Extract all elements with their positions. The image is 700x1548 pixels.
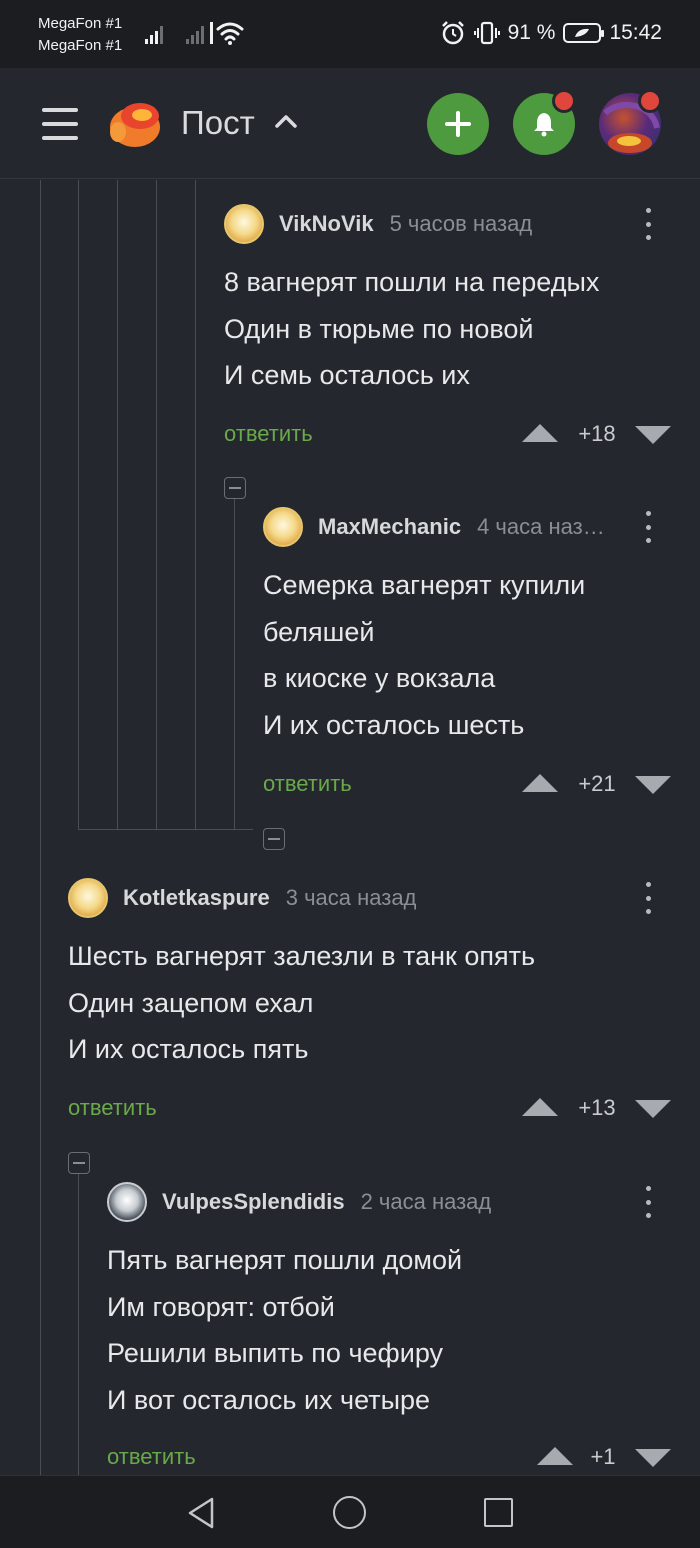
avatar[interactable] (68, 878, 108, 918)
thread-line (78, 180, 79, 830)
recent-apps-icon[interactable] (484, 1498, 513, 1527)
pikabu-logo[interactable] (106, 96, 162, 152)
comment-footer: ответить +21 (263, 771, 671, 801)
reply-link[interactable]: ответить (68, 1095, 157, 1121)
comment-line: Шесть вагнерят залезли в танк опять (68, 941, 536, 971)
comment-author[interactable]: MaxMechanic (318, 514, 461, 540)
carrier-1: MegaFon #1 (38, 15, 123, 32)
collapse-thread-button[interactable] (68, 1152, 90, 1174)
status-bar: MegaFon #1 MegaFon #1 91 % 15:42 (0, 0, 700, 68)
comment-line: Им говорят: отбой (107, 1291, 335, 1322)
notification-badge (552, 89, 576, 113)
add-post-button[interactable] (427, 93, 489, 155)
comment-header: VikNoVik 5 часов назад (224, 204, 624, 244)
thread-line (78, 829, 253, 830)
comment-line: И вот осталось их четыре (107, 1384, 431, 1415)
more-options-icon[interactable] (644, 882, 652, 914)
thread-line (40, 180, 41, 1475)
comment-time: 2 часа назад (360, 1189, 492, 1214)
comment-line: И их осталось шесть (263, 709, 525, 740)
comment-line: И семь осталось их (224, 360, 470, 390)
comment-header: MaxMechanic 4 часа назад (263, 507, 623, 547)
comment-time: 3 часа назад (285, 885, 417, 910)
vibrate-icon (473, 21, 500, 45)
comment-author[interactable]: VikNoVik (279, 211, 374, 237)
wifi-icon (216, 22, 244, 45)
comment-line: Решили выпить по чефиру (107, 1338, 444, 1368)
reply-link[interactable]: ответить (224, 421, 313, 447)
comment-line: Пять вагнерят пошли домой (107, 1245, 463, 1275)
page-title[interactable]: Пост (181, 104, 255, 142)
thread-line (78, 1173, 79, 1475)
system-navigation-bar (0, 1475, 700, 1548)
collapse-thread-button[interactable] (224, 477, 246, 499)
avatar[interactable] (263, 507, 303, 547)
comment-header: Kotletkaspure 3 часа назад (68, 878, 608, 918)
bell-icon (534, 113, 554, 137)
back-icon[interactable] (186, 1496, 216, 1530)
upvote-icon[interactable] (522, 1098, 558, 1116)
alarm-icon (441, 21, 464, 45)
comment-line: Один в тюрьме по новой (224, 313, 534, 344)
thread-line (156, 180, 157, 830)
comment-score: +21 (578, 771, 616, 796)
downvote-icon[interactable] (635, 1449, 671, 1467)
comment-line: Семерка вагнерят купили (263, 570, 586, 600)
clock: 15:42 (609, 21, 662, 44)
home-icon[interactable] (333, 1496, 366, 1529)
thread-line (117, 180, 118, 830)
battery-icon (563, 23, 605, 43)
comment-score: +18 (578, 421, 616, 446)
comment-header: VulpesSplendidis 2 часа назад (107, 1182, 607, 1222)
downvote-icon[interactable] (635, 426, 671, 444)
downvote-icon[interactable] (635, 776, 671, 794)
profile-badge (638, 89, 662, 113)
comment-author[interactable]: Kotletkaspure (123, 885, 270, 911)
more-options-icon[interactable] (644, 1186, 652, 1218)
comment-score: +13 (578, 1095, 616, 1120)
collapse-thread-button[interactable] (263, 828, 285, 850)
thread-line (195, 180, 196, 830)
comment-line: в киоске у вокзала (263, 663, 496, 693)
comment-time: 5 часов назад (389, 211, 533, 236)
upvote-icon[interactable] (522, 424, 558, 442)
chevron-up-icon[interactable] (273, 112, 299, 130)
avatar[interactable] (107, 1182, 147, 1222)
more-options-icon[interactable] (644, 208, 652, 240)
comment-time: 4 часа назад (477, 514, 608, 539)
comment-line: Один зацепом ехал (68, 987, 314, 1018)
avatar[interactable] (224, 204, 264, 244)
comment-line: беляшей (263, 616, 375, 647)
comment-line: 8 вагнерят пошли на передых (224, 267, 600, 297)
signal-icon (186, 22, 213, 44)
plus-icon (445, 111, 471, 137)
comment-line: И их осталось пять (68, 1034, 309, 1064)
comment-footer: ответить +13 (68, 1095, 671, 1125)
status-right: 91 % 15:42 (440, 20, 662, 46)
comment-text: 8 вагнерят пошли на передых Один в тюрьм… (224, 259, 599, 399)
comment-score: +1 (590, 1444, 616, 1469)
comment-text: Семерка вагнерят купили беляшей в киоске… (263, 562, 585, 748)
thread-line (234, 498, 235, 830)
menu-icon[interactable] (42, 108, 78, 140)
reply-link[interactable]: ответить (263, 771, 352, 797)
comment-footer: ответить +1 (107, 1444, 671, 1474)
comment-author[interactable]: VulpesSplendidis (162, 1189, 345, 1215)
comment-text: Шесть вагнерят залезли в танк опять Один… (68, 933, 535, 1073)
app-header: Пост (0, 68, 700, 179)
reply-link[interactable]: ответить (107, 1444, 196, 1470)
carrier-2: MegaFon #1 (38, 37, 123, 54)
upvote-icon[interactable] (537, 1447, 573, 1465)
signal-icon (145, 22, 163, 44)
battery-percent: 91 % (507, 21, 556, 44)
downvote-icon[interactable] (635, 1100, 671, 1118)
comment-footer: ответить +18 (224, 421, 671, 451)
comment-text: Пять вагнерят пошли домой Им говорят: от… (107, 1237, 462, 1423)
upvote-icon[interactable] (522, 774, 558, 792)
more-options-icon[interactable] (644, 511, 652, 543)
